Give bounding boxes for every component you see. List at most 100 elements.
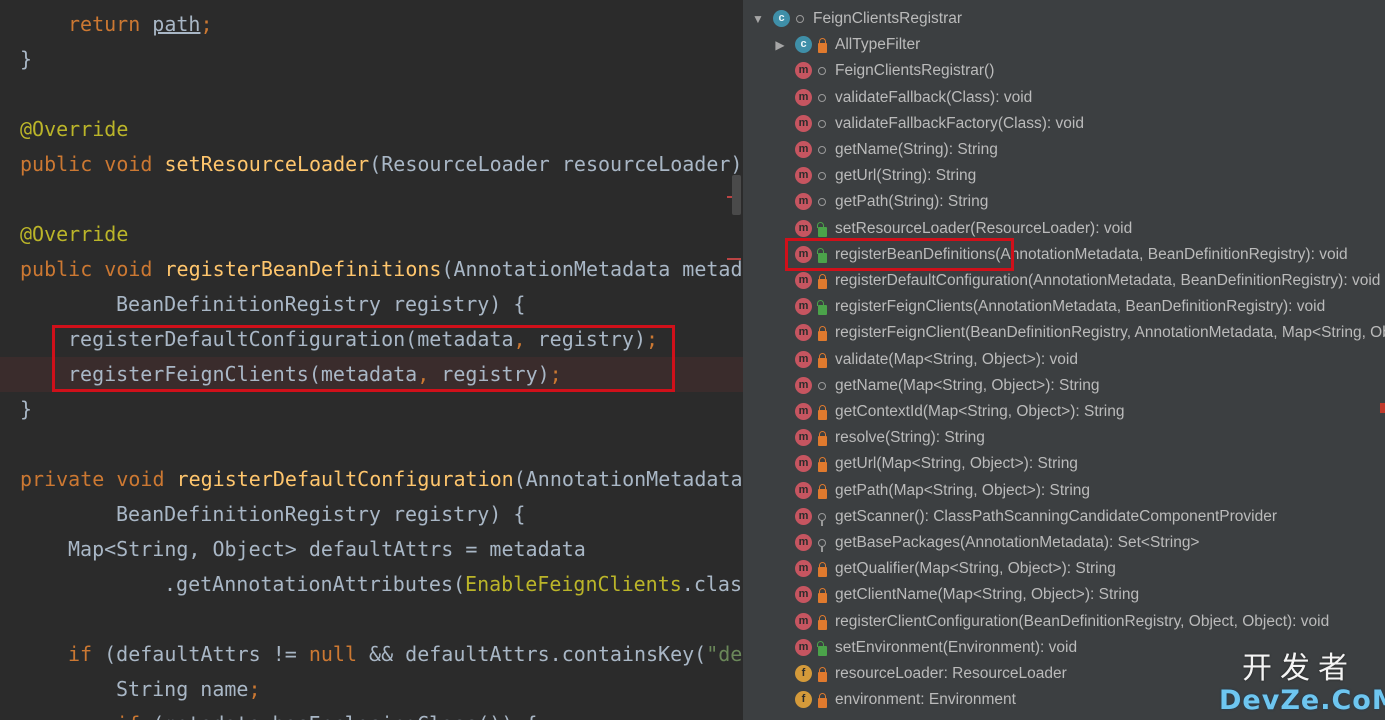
collapsed-arrow-icon[interactable]: ▶ [773,38,787,52]
tree-item-label: registerFeignClient(BeanDefinitionRegist… [835,324,1385,342]
tree-item-label: getUrl(String): String [835,167,977,185]
code-token: if [116,712,152,720]
code-token: private void [20,467,177,491]
tree-item-label: resourceLoader: ResourceLoader [835,665,1067,682]
tree-member[interactable]: m getScanner(): ClassPathScanningCandidat… [743,504,1385,530]
tree-item-label: getName(String): String [835,141,998,158]
tree-member[interactable]: m getContextId(Map<String, Object>): Stri… [743,399,1385,425]
public-unlock-icon [817,221,827,237]
tree-member[interactable]: m getClientName(Map<String, Object>): Str… [743,582,1385,608]
tree-item-label: setEnvironment(Environment): void [835,638,1078,656]
code-line[interactable]: @Override [20,112,128,147]
expanded-arrow-icon[interactable]: ▼ [751,12,765,26]
package-private-icon [818,539,826,552]
tree-member[interactable]: m registerFeignClient(BeanDefinitionRegis… [743,320,1385,346]
code-token: String name [116,677,249,701]
method-icon: m [795,167,812,185]
code-line[interactable]: @Override [20,217,128,252]
tree-item-label: getBasePackages(AnnotationMetadata): Set… [835,534,1200,551]
code-line[interactable]: } [20,42,32,77]
code-token: registerBeanDefinitions [164,257,442,281]
structure-panel[interactable]: ▼ c FeignClientsRegistrar ▶ c AllTypeFilter m F… [743,0,1385,720]
tree-item-label: getPath(Map<String, Object>): String [835,481,1091,499]
method-icon: m [795,586,812,604]
tree-item-label: AllTypeFilter [835,36,921,54]
editor-scrollbar-thumb[interactable] [732,175,741,215]
code-token: EnableFeignClients [465,572,682,596]
tree-member[interactable]: m FeignClientsRegistrar() [743,58,1385,84]
code-line[interactable]: public void registerBeanDefinitions(Anno… [20,252,743,287]
code-token: .getAnnotationAttributes( [164,572,466,596]
code-line[interactable]: BeanDefinitionRegistry registry) { [116,497,525,532]
tree-item-label: registerClientConfiguration(BeanDefiniti… [835,612,1330,630]
tree-member[interactable]: m getName(Map<String, Object>): String [743,373,1385,399]
code-line[interactable]: String name; [116,672,261,707]
code-line[interactable]: private void registerDefaultConfiguratio… [20,462,743,497]
private-lock-icon [818,614,827,630]
code-token: } [20,47,33,71]
tree-member[interactable]: m registerFeignClients(AnnotationMetadata… [743,294,1385,320]
code-token: @Override [20,222,129,246]
tree-item-label: registerDefaultConfiguration(AnnotationM… [835,272,1381,289]
tree-member[interactable]: ▶ c AllTypeFilter [743,32,1385,58]
tree-member[interactable]: m registerClientConfiguration(BeanDefinit… [743,609,1385,635]
private-lock-icon [818,588,827,604]
private-lock-icon [818,38,827,54]
tree-member[interactable]: m getUrl(String): String [743,163,1385,189]
tree-member[interactable]: m validateFallbackFactory(Class): void [743,111,1385,137]
method-icon: m [795,429,812,447]
code-token: (AnnotationMetadata metadata, [513,467,743,491]
tree-member[interactable]: m getBasePackages(AnnotationMetadata): Se… [743,530,1385,556]
private-lock-icon [818,693,827,709]
code-line[interactable]: if (metadata.hasEnclosingClass()) { [116,707,537,720]
tree-member[interactable]: m getQualifier(Map<String, Object>): Stri… [743,556,1385,582]
code-token: return [68,12,153,36]
code-token: Map<String, Object> defaultAttrs = metad… [68,537,586,561]
public-unlock-icon [817,300,827,316]
tree-member[interactable]: m getPath(Map<String, Object>): String [743,478,1385,504]
method-icon: m [795,403,812,420]
private-lock-icon [818,326,827,342]
code-line[interactable]: } [20,392,32,427]
tree-item-label: validateFallback(Class): void [835,88,1033,106]
code-line[interactable]: if (defaultAttrs != null && defaultAttrs… [68,637,743,672]
tree-member[interactable]: m registerDefaultConfiguration(Annotation… [743,268,1385,294]
code-token: null [308,642,370,666]
tree-member[interactable]: m validate(Map<String, Object>): void [743,347,1385,373]
code-token: ; [200,12,213,36]
tree-member[interactable]: m resolve(String): String [743,425,1385,451]
tree-member[interactable]: m validateFallback(Class): void [743,85,1385,111]
field-icon: f [795,691,812,709]
visibility-dot-icon [818,198,826,207]
method-icon: m [795,114,812,132]
tree-member[interactable]: m getName(String): String [743,137,1385,163]
visibility-dot-icon [818,93,826,102]
scroll-marker [1380,403,1385,413]
code-line[interactable]: return path; [68,7,213,42]
tree-item-label: getClientName(Map<String, Object>): Stri… [835,586,1140,604]
visibility-dot-icon [818,119,826,128]
method-icon: m [795,638,812,656]
method-icon: m [795,219,812,237]
visibility-dot-icon [818,172,826,181]
private-lock-icon [818,352,827,368]
code-token: && defaultAttrs.containsKey( [369,642,707,666]
tree-member[interactable]: m getPath(String): String [743,189,1385,215]
code-token: ; [248,677,261,701]
code-token: } [20,397,33,421]
code-line[interactable]: .getAnnotationAttributes(EnableFeignClie… [164,567,743,602]
code-token: .class.getName() [681,572,743,596]
code-line[interactable]: BeanDefinitionRegistry registry) { [116,287,525,322]
code-line[interactable]: Map<String, Object> defaultAttrs = metad… [68,532,586,567]
tree-member[interactable]: m getUrl(Map<String, Object>): String [743,451,1385,477]
field-icon: f [795,665,812,682]
tree-root-class[interactable]: ▼ c FeignClientsRegistrar [743,6,1385,32]
code-editor[interactable]: return path;} @Override public void setRes… [0,0,743,720]
tree-item-label: getName(Map<String, Object>): String [835,376,1100,394]
visibility-dot-icon [818,381,826,390]
method-icon: m [795,455,812,473]
method-icon: m [795,612,812,630]
code-line[interactable]: public void setResourceLoader(ResourceLo… [20,147,743,182]
code-token: "defaultConfiguration" [706,642,743,666]
private-lock-icon [818,405,827,420]
